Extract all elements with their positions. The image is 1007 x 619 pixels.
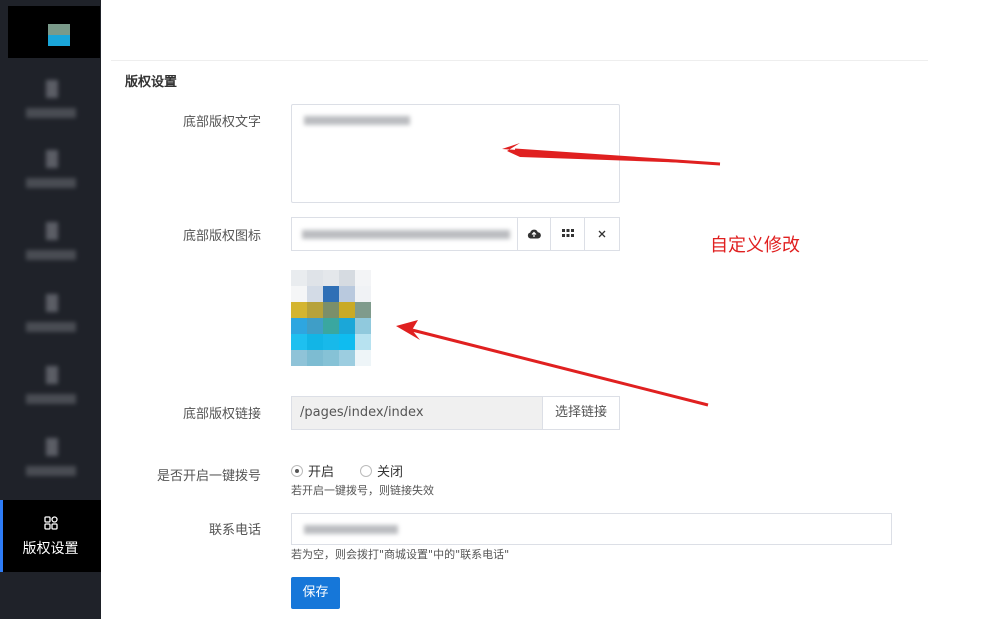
choose-link-button[interactable]: 选择链接 [543, 397, 619, 429]
copyright-link-input[interactable]: /pages/index/index [292, 397, 543, 429]
save-button[interactable]: 保存 [291, 577, 340, 609]
copyright-icon-url[interactable] [292, 218, 518, 250]
sidebar-item-3[interactable] [0, 212, 101, 284]
copyright-link-label: 底部版权链接 [182, 407, 261, 422]
sidebar-item-1[interactable] [0, 70, 101, 142]
phone-hint: 若为空，则会拨打"商城设置"中的"联系电话" [291, 548, 510, 561]
sidebar-item-6[interactable] [0, 428, 101, 500]
phone-label: 联系电话 [208, 523, 261, 538]
sidebar-item-label: 版权设置 [22, 541, 79, 557]
radio-enable-label: 开启 [308, 465, 335, 480]
copyright-link-field: /pages/index/index 选择链接 [291, 396, 620, 430]
phone-input[interactable] [291, 513, 892, 545]
copyright-text-input[interactable] [291, 104, 620, 203]
copyright-icon-label: 底部版权图标 [182, 229, 261, 244]
annotation-text: 自定义修改 [710, 235, 800, 256]
radio-disable[interactable] [360, 464, 373, 477]
sidebar-item-2[interactable] [0, 140, 101, 212]
logo-image [48, 24, 70, 46]
gallery-button[interactable] [551, 218, 586, 250]
main-content: 版权设置 底部版权文字 底部版权图标 底部版权链接 /pages/index/i… [111, 0, 928, 619]
clear-button[interactable] [585, 218, 619, 250]
section-title: 版权设置 [125, 75, 178, 90]
grid-icon [561, 229, 574, 237]
upload-button[interactable] [518, 218, 552, 250]
sidebar: 版权设置 [0, 0, 101, 619]
radio-enable[interactable] [291, 464, 303, 477]
sidebar-item-5[interactable] [0, 356, 101, 428]
one-click-dial-options: 开启 关闭 [291, 461, 403, 480]
cloud-upload-icon [527, 229, 541, 239]
one-click-dial-label: 是否开启一键拨号 [156, 469, 261, 484]
close-icon [598, 230, 606, 238]
copyright-icon-field [291, 217, 620, 251]
sidebar-item-4[interactable] [0, 284, 101, 356]
sidebar-item-copyright[interactable]: 版权设置 [0, 500, 101, 572]
one-click-dial-hint: 若开启一键拨号，则链接失效 [291, 484, 434, 497]
copyright-icon-preview [291, 270, 389, 368]
copyright-text-label: 底部版权文字 [182, 115, 261, 130]
grid-icon [44, 516, 58, 530]
divider [111, 60, 928, 61]
radio-disable-label: 关闭 [377, 465, 404, 480]
logo [8, 6, 100, 58]
